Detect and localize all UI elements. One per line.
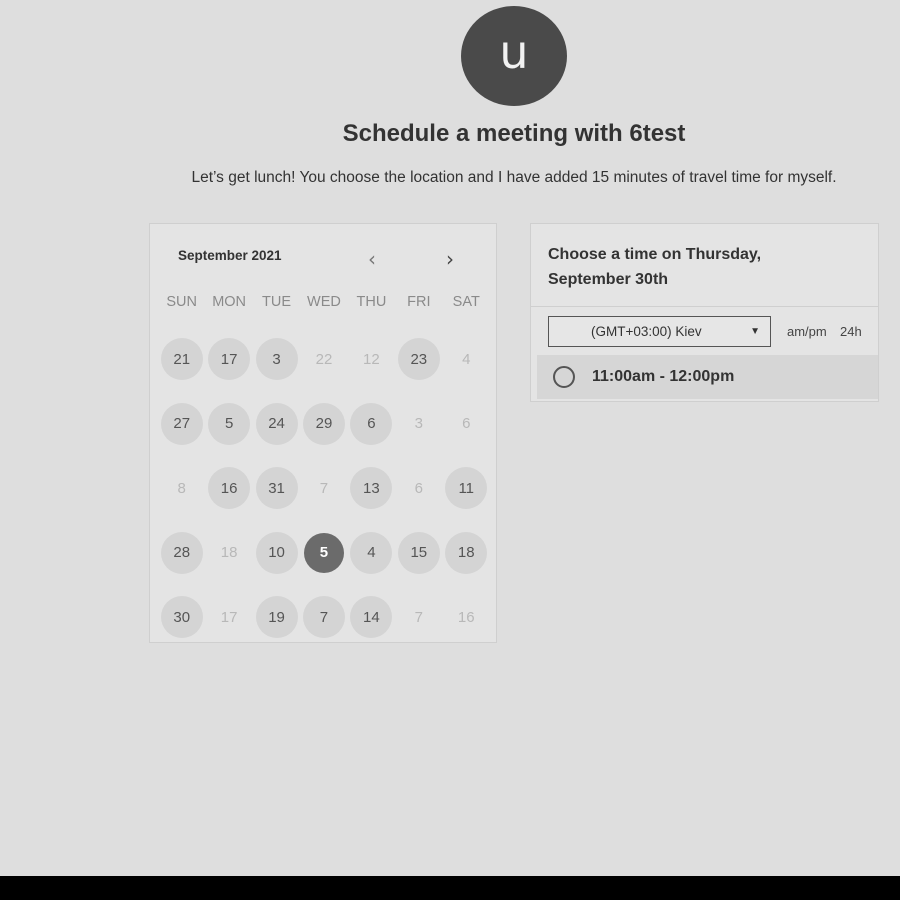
calendar-day[interactable]: 27 (160, 402, 203, 445)
weekday-label: TUE (262, 294, 292, 310)
calendar-day[interactable]: 30 (160, 596, 203, 639)
weekday-label: MON (212, 294, 247, 310)
calendar-day[interactable]: 15 (397, 531, 440, 574)
calendar-day: 7 (319, 479, 329, 497)
time-heading: Choose a time on Thursday, September 30t… (548, 246, 762, 288)
calendar-day[interactable]: 10 (255, 531, 298, 574)
chevron-left-icon[interactable]: ‹ (360, 248, 384, 272)
format-24h-toggle[interactable]: 24h (840, 324, 862, 339)
calendar-day: 22 (315, 350, 333, 368)
calendar-day: 12 (363, 350, 380, 368)
calendar-day[interactable]: 11 (445, 467, 488, 510)
calendar-grid: 21 17 3 22 12 23 4 27 5 24 29 6 3 6 8 16 31 7 13 6 11 28 18 10 5… (158, 327, 490, 650)
weekday-header: SUN MON TUE WED THU FRI SAT (158, 294, 490, 310)
radio-icon[interactable] (553, 366, 575, 388)
calendar-week: 30 17 19 7 14 7 16 (158, 585, 490, 650)
calendar-day: 6 (462, 415, 471, 433)
weekday-label: FRI (407, 294, 431, 310)
calendar-day: 6 (414, 479, 423, 497)
calendar-day[interactable]: 23 (397, 338, 440, 381)
weekday-label: WED (307, 294, 341, 310)
avatar: u (461, 6, 567, 106)
calendar-day[interactable]: 24 (255, 402, 298, 445)
calendar-day[interactable]: 3 (255, 338, 298, 381)
timezone-value: (GMT+03:00) Kiev (591, 324, 702, 339)
month-label: September 2021 (178, 248, 282, 263)
calendar-day: 17 (220, 608, 238, 626)
calendar-day[interactable]: 4 (350, 531, 393, 574)
caret-down-icon: ▼ (750, 326, 760, 337)
calendar-day: 16 (457, 608, 475, 626)
calendar-day[interactable]: 19 (255, 596, 298, 639)
calendar-day: 8 (177, 479, 186, 497)
calendar-week: 21 17 3 22 12 23 4 (158, 327, 490, 392)
calendar-day[interactable]: 6 (350, 402, 393, 445)
calendar-day[interactable]: 16 (208, 467, 251, 510)
calendar-day[interactable]: 29 (302, 402, 345, 445)
calendar: September 2021 ‹ › SUN MON TUE WED THU FRI SAT… (149, 223, 497, 643)
calendar-day[interactable]: 21 (160, 338, 203, 381)
page-title: Schedule a meeting with 6test (342, 120, 686, 147)
calendar-day: 3 (414, 415, 423, 433)
calendar-week: 28 18 10 5 4 15 18 (158, 521, 490, 586)
timezone-select[interactable]: (GMT+03:00) Kiev ▼ (548, 316, 771, 347)
chevron-right-icon[interactable]: › (438, 248, 462, 272)
format-ampm-toggle[interactable]: am/pm (787, 324, 827, 339)
time-panel: Choose a time on Thursday, September 30t… (530, 223, 879, 402)
weekday-label: SAT (452, 294, 480, 310)
calendar-day[interactable]: 13 (350, 467, 393, 510)
time-slot-label: 11:00am - 12:00pm (592, 368, 735, 385)
weekday-label: THU (356, 294, 387, 310)
bottom-bar (0, 876, 900, 900)
calendar-day: 18 (220, 544, 238, 562)
calendar-day-selected[interactable]: 5 (303, 532, 344, 573)
calendar-day[interactable]: 18 (445, 531, 488, 574)
divider (531, 306, 878, 307)
weekday-label: SUN (166, 294, 198, 310)
calendar-day: 4 (462, 350, 471, 368)
calendar-week: 27 5 24 29 6 3 6 (158, 392, 490, 457)
time-slot[interactable]: 11:00am - 12:00pm (537, 355, 878, 399)
calendar-day[interactable]: 14 (350, 596, 393, 639)
calendar-day[interactable]: 31 (255, 467, 298, 510)
calendar-day[interactable]: 17 (208, 338, 251, 381)
meeting-description: Let’s get lunch! You choose the location… (191, 169, 837, 186)
calendar-week: 8 16 31 7 13 6 11 (158, 456, 490, 521)
calendar-day[interactable]: 5 (208, 402, 251, 445)
calendar-day[interactable]: 28 (160, 531, 203, 574)
calendar-day[interactable]: 7 (302, 596, 345, 639)
calendar-day: 7 (414, 608, 423, 626)
